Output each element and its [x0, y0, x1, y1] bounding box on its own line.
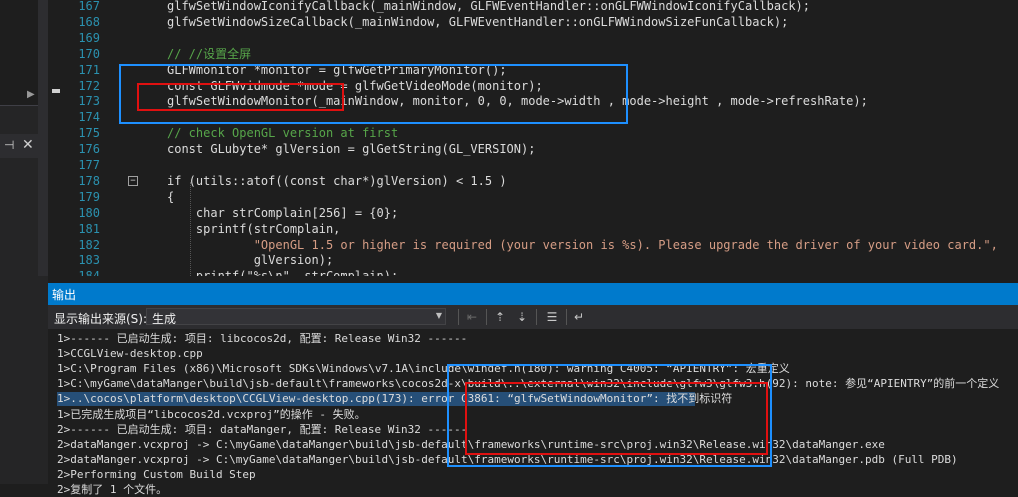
- code-text: const GLFWvidmode *mode = glfwGetVideoMo…: [167, 78, 543, 93]
- line-number: 179: [78, 189, 100, 204]
- output-line[interactable]: 2>------ 已启动生成: 项目: dataManger, 配置: Rele…: [57, 422, 467, 437]
- code-line[interactable]: 177: [48, 157, 1018, 173]
- line-number: 182: [78, 237, 100, 252]
- output-line[interactable]: 2>dataManger.vcxproj -> C:\myGame\dataMa…: [57, 452, 958, 467]
- output-panel: 输出 显示输出来源(S): 生成 ▼ ⇤ ⇡ ⇣ ☰ ↵ 1>------ 已启…: [48, 283, 1018, 496]
- code-text: char strComplain[256] = {0};: [167, 205, 399, 220]
- code-line[interactable]: 169: [48, 30, 1018, 46]
- line-number: 181: [78, 221, 100, 236]
- code-text: GLFWmonitor *monitor = glfwGetPrimaryMon…: [167, 62, 507, 77]
- output-line[interactable]: 1>已完成生成项目“libcocos2d.vcxproj”的操作 - 失败。: [57, 407, 366, 422]
- code-text: glfwSetWindowIconifyCallback(_mainWindow…: [167, 0, 810, 13]
- code-line[interactable]: 182 "OpenGL 1.5 or higher is required (y…: [48, 237, 1018, 253]
- collapse-arrow-icon[interactable]: ▶: [27, 89, 35, 100]
- output-source-select[interactable]: 生成 ▼: [146, 308, 446, 326]
- code-text: "OpenGL 1.5 or higher is required (your …: [167, 237, 998, 252]
- line-number: 175: [78, 126, 100, 141]
- code-text: sprintf(strComplain,: [167, 221, 341, 236]
- toolbar-separator: [536, 309, 537, 325]
- code-text: if (utils::atof((const char*)glVersion) …: [167, 173, 507, 188]
- word-wrap-icon[interactable]: ↵: [571, 309, 587, 325]
- code-line[interactable]: 174: [48, 109, 1018, 125]
- code-text: {: [167, 189, 175, 204]
- close-icon[interactable]: ✕: [22, 137, 34, 153]
- code-line[interactable]: 183 glVersion);: [48, 252, 1018, 268]
- line-number: 174: [78, 110, 100, 125]
- code-text: const GLubyte* glVersion = glGetString(G…: [167, 142, 536, 157]
- fold-minus-icon[interactable]: −: [128, 175, 138, 186]
- code-line[interactable]: 175 // check OpenGL version at first: [48, 125, 1018, 141]
- line-number: 176: [78, 142, 100, 157]
- output-error-line[interactable]: 1>..\cocos\platform\desktop\CCGLView-des…: [57, 391, 732, 406]
- line-number: 184: [48, 268, 100, 276]
- code-text: glfwSetWindowMonitor(_mainWindow, monito…: [167, 94, 868, 109]
- line-number: 167: [78, 0, 100, 13]
- chevron-down-icon: ▼: [435, 311, 442, 320]
- line-number: 169: [78, 30, 100, 45]
- code-line[interactable]: 180 char strComplain[256] = {0};: [48, 205, 1018, 221]
- line-number: 173: [78, 94, 100, 109]
- code-line[interactable]: 170 // //设置全屏: [48, 46, 1018, 62]
- line-number: 180: [78, 205, 100, 220]
- code-line[interactable]: 167 glfwSetWindowIconifyCallback(_mainWin…: [48, 0, 1018, 14]
- output-line[interactable]: 2>复制了 1 个文件。: [57, 482, 167, 497]
- code-line[interactable]: 184 printf("%s\n", strComplain);: [48, 268, 1018, 276]
- next-message-icon[interactable]: ⇣: [514, 309, 530, 325]
- output-source-value: 生成: [152, 312, 177, 326]
- output-source-label: 显示输出来源(S):: [54, 312, 148, 326]
- output-toolbar: 显示输出来源(S): 生成 ▼ ⇤ ⇡ ⇣ ☰ ↵: [48, 305, 1018, 329]
- toolbar-separator: [458, 309, 459, 325]
- output-line[interactable]: 2>Performing Custom Build Step: [57, 467, 256, 482]
- output-title: 输出: [52, 288, 77, 302]
- code-text: printf("%s\n", strComplain);: [167, 268, 398, 276]
- output-line[interactable]: 1>C:\myGame\dataManger\build\jsb-default…: [57, 376, 999, 391]
- output-line[interactable]: 1>------ 已启动生成: 项目: libcocos2d, 配置: Rele…: [57, 331, 467, 346]
- toolbar-separator: [486, 309, 487, 325]
- line-number: 170: [78, 46, 100, 61]
- line-number: 168: [78, 14, 100, 29]
- code-text: glVersion);: [167, 253, 334, 268]
- output-line[interactable]: 1>CCGLView-desktop.cpp: [57, 346, 203, 361]
- output-title-bar[interactable]: 输出: [48, 283, 1018, 305]
- line-number: 183: [78, 253, 100, 268]
- code-line[interactable]: 172 const GLFWvidmode *mode = glfwGetVide…: [48, 78, 1018, 94]
- clear-icon[interactable]: ☰: [544, 309, 560, 325]
- pin-icon[interactable]: ⊣: [4, 138, 14, 152]
- line-number: 177: [78, 158, 100, 172]
- prev-message-icon[interactable]: ⇡: [492, 309, 508, 325]
- code-line[interactable]: 173 glfwSetWindowMonitor(_mainWindow, mon…: [48, 93, 1018, 109]
- output-line[interactable]: 2>dataManger.vcxproj -> C:\myGame\dataMa…: [57, 437, 885, 452]
- code-line[interactable]: 181 sprintf(strComplain,: [48, 221, 1018, 237]
- output-line[interactable]: 1>C:\Program Files (x86)\Microsoft SDKs\…: [57, 361, 790, 376]
- toolbar-separator: [566, 309, 567, 325]
- code-line[interactable]: 176 const GLubyte* glVersion = glGetStrin…: [48, 141, 1018, 157]
- line-number: 178: [78, 173, 100, 188]
- code-editor[interactable]: 167 glfwSetWindowIconifyCallback(_mainWin…: [48, 0, 1018, 276]
- code-line[interactable]: 179 {: [48, 189, 1018, 205]
- code-line[interactable]: 171 GLFWmonitor *monitor = glfwGetPrimary…: [48, 62, 1018, 78]
- code-line[interactable]: 178 − if (utils::atof((const char*)glVersi…: [48, 173, 1018, 189]
- code-line[interactable]: 168 glfwSetWindowSizeCallback(_mainWindow…: [48, 14, 1018, 30]
- code-text: // //设置全屏: [167, 46, 252, 61]
- clear-all-icon[interactable]: ⇤: [464, 309, 480, 325]
- code-text: glfwSetWindowSizeCallback(_mainWindow, G…: [167, 14, 789, 29]
- line-number: 172: [78, 78, 100, 93]
- line-number: 171: [78, 62, 100, 77]
- code-text: // check OpenGL version at first: [167, 126, 399, 141]
